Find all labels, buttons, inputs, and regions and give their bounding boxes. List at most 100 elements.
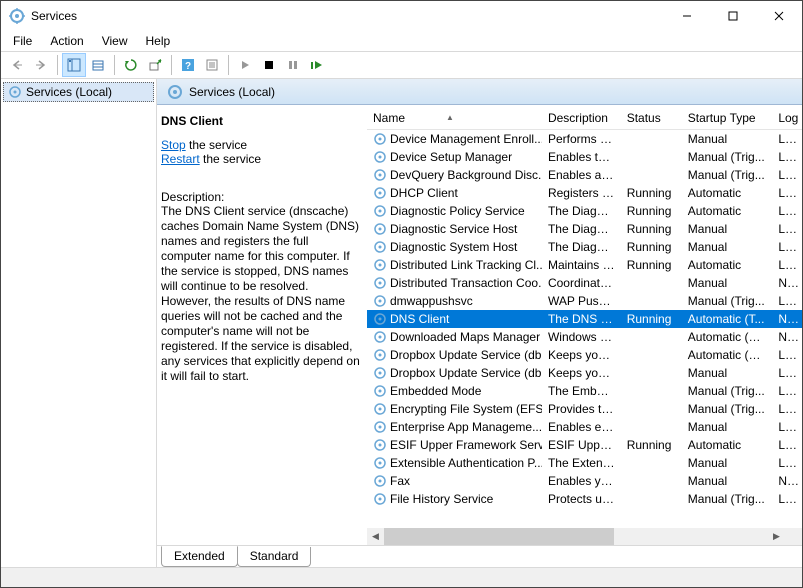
table-row[interactable]: Dropbox Update Service (db...Keeps your … [367,364,802,382]
export-list-button[interactable] [86,53,110,77]
gear-icon [373,402,387,416]
table-row[interactable]: DevQuery Background Disc...Enables app..… [367,166,802,184]
titlebar: Services [1,1,802,31]
service-logon: Loc [772,150,802,164]
service-startup: Automatic [682,438,773,452]
service-logon: Net [772,330,802,344]
menu-action[interactable]: Action [42,33,91,49]
tab-standard[interactable]: Standard [237,547,312,567]
table-row[interactable]: FaxEnables you...ManualNet [367,472,802,490]
separator [57,55,58,75]
column-status[interactable]: Status [621,106,682,129]
service-name: dmwappushsvc [390,294,473,308]
scroll-thumb[interactable] [384,528,614,545]
column-description[interactable]: Description [542,106,621,129]
table-row[interactable]: Encrypting File System (EFS)Provides th.… [367,400,802,418]
table-row[interactable]: dmwappushsvcWAP Push ...Manual (Trig...L… [367,292,802,310]
menu-help[interactable]: Help [138,33,179,49]
table-row[interactable]: Extensible Authentication P...The Extens… [367,454,802,472]
service-logon: Loc [772,492,802,506]
service-logon: Loc [772,348,802,362]
minimize-button[interactable] [664,1,710,31]
table-row[interactable]: Diagnostic System HostThe Diagno...Runni… [367,238,802,256]
tree-root-item[interactable]: Services (Local) [3,82,154,102]
gear-icon [373,294,387,308]
pause-button[interactable] [281,53,305,77]
service-name: Extensible Authentication P... [390,456,542,470]
service-logon: Net [772,474,802,488]
table-row[interactable]: Dropbox Update Service (db...Keeps your … [367,346,802,364]
properties-button[interactable] [200,53,224,77]
table-row[interactable]: Device Setup ManagerEnables the ...Manua… [367,148,802,166]
gear-icon [373,258,387,272]
service-name: Device Management Enroll... [390,132,542,146]
help-button[interactable]: ? [176,53,200,77]
service-logon: Loc [772,384,802,398]
maximize-button[interactable] [710,1,756,31]
table-row[interactable]: File History ServiceProtects use...Manua… [367,490,802,508]
description-label: Description: [161,190,361,204]
table-row[interactable]: Embedded ModeThe Embed...Manual (Trig...… [367,382,802,400]
service-logon: Loc [772,258,802,272]
column-logon[interactable]: Log [772,106,802,129]
scroll-left-arrow[interactable]: ◀ [367,528,384,545]
service-desc: Enables you... [542,474,621,488]
description-text: The DNS Client service (dnscache) caches… [161,204,361,384]
column-startup[interactable]: Startup Type [682,106,773,129]
service-startup: Automatic (D... [682,330,773,344]
export-button[interactable] [143,53,167,77]
table-row[interactable]: DNS ClientThe DNS Cli...RunningAutomatic… [367,310,802,328]
menu-view[interactable]: View [94,33,136,49]
table-row[interactable]: Device Management Enroll...Performs D...… [367,130,802,148]
start-button[interactable] [233,53,257,77]
sort-arrow-icon: ▲ [446,113,454,122]
table-row[interactable]: Enterprise App Manageme...Enables ent...… [367,418,802,436]
menu-file[interactable]: File [5,33,40,49]
gear-icon [373,240,387,254]
service-status: Running [621,204,682,218]
table-row[interactable]: ESIF Upper Framework Servi...ESIF Upper … [367,436,802,454]
horizontal-scrollbar[interactable]: ◀ ▶ [367,528,802,545]
service-startup: Manual [682,276,773,290]
tab-extended[interactable]: Extended [161,546,238,567]
service-startup: Manual (Trig... [682,150,773,164]
scroll-track[interactable] [384,528,768,545]
stop-link[interactable]: Stop [161,138,186,152]
back-button[interactable] [5,53,29,77]
refresh-button[interactable] [119,53,143,77]
service-desc: The Diagno... [542,204,621,218]
table-row[interactable]: Downloaded Maps ManagerWindows se...Auto… [367,328,802,346]
table-row[interactable]: Diagnostic Service HostThe Diagno...Runn… [367,220,802,238]
restart-button[interactable] [305,53,329,77]
table-row[interactable]: DHCP ClientRegisters an...RunningAutomat… [367,184,802,202]
show-hide-tree-button[interactable] [62,53,86,77]
toolbar: ? [1,51,802,79]
separator [228,55,229,75]
service-logon: Loc [772,240,802,254]
table-row[interactable]: Diagnostic Policy ServiceThe Diagno...Ru… [367,202,802,220]
forward-button[interactable] [29,53,53,77]
service-list[interactable]: Device Management Enroll...Performs D...… [367,130,802,528]
gear-icon [373,168,387,182]
service-logon: Loc [772,402,802,416]
separator [114,55,115,75]
service-status: Running [621,222,682,236]
scroll-right-arrow[interactable]: ▶ [768,528,785,545]
service-name: Enterprise App Manageme... [390,420,542,434]
separator [171,55,172,75]
service-desc: The Diagno... [542,222,621,236]
service-startup: Manual [682,420,773,434]
service-startup: Automatic (D... [682,348,773,362]
service-logon: Loc [772,456,802,470]
gear-icon [373,330,387,344]
description-pane: DNS Client Stop the service Restart the … [157,106,367,545]
close-button[interactable] [756,1,802,31]
table-row[interactable]: Distributed Link Tracking Cl...Maintains… [367,256,802,274]
restart-link[interactable]: Restart [161,152,200,166]
gear-icon [373,186,387,200]
tree-pane: Services (Local) [1,79,157,567]
service-startup: Manual (Trig... [682,384,773,398]
stop-button[interactable] [257,53,281,77]
column-name[interactable]: Name▲ [367,106,542,129]
table-row[interactable]: Distributed Transaction Coo...Coordinate… [367,274,802,292]
